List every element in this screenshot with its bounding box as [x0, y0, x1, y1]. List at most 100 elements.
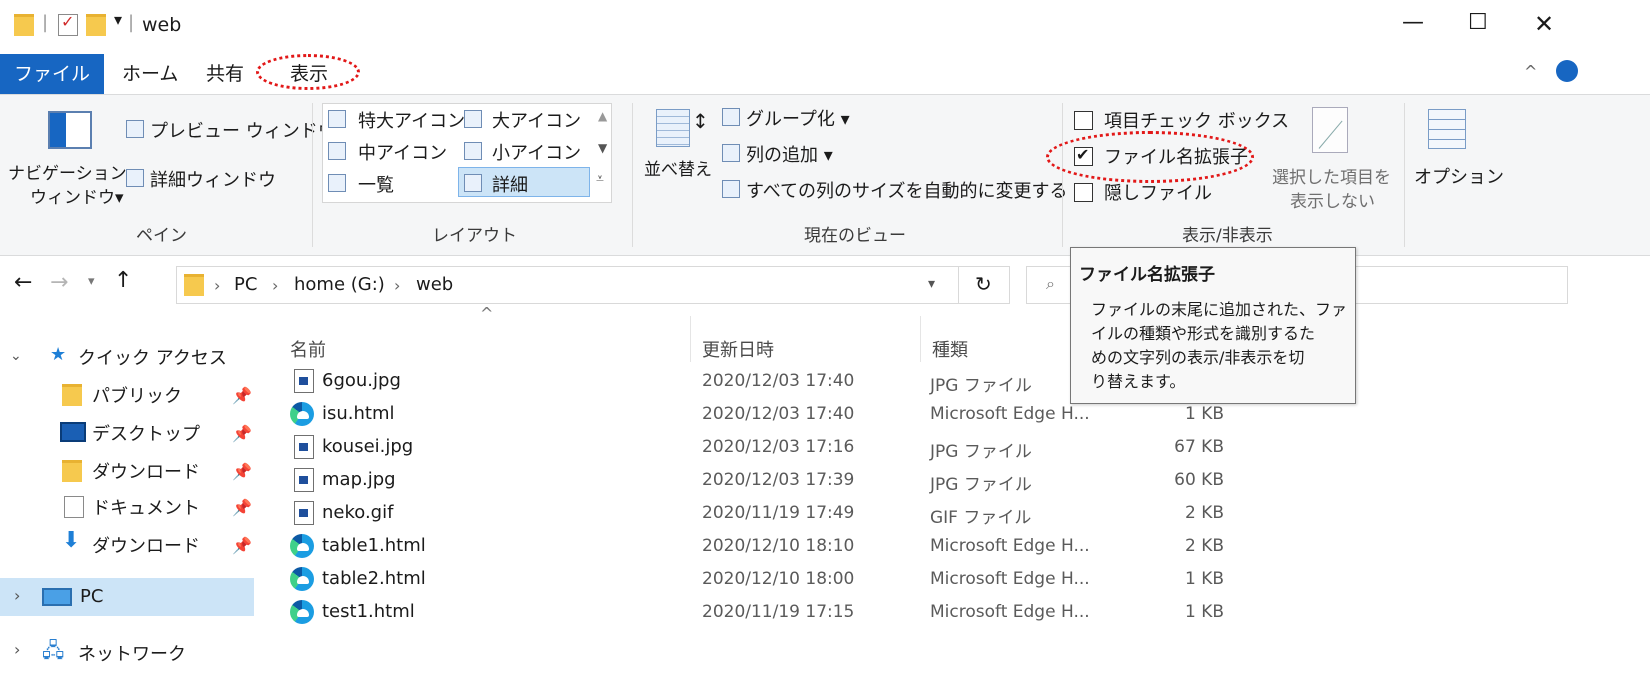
file-size: 1 KB — [1184, 569, 1224, 589]
table-row[interactable]: table1.html 2020/12/10 18:10 Microsoft E… — [282, 531, 1242, 561]
breadcrumb-pc[interactable]: PC — [234, 274, 257, 295]
tab-home[interactable]: ホーム — [114, 54, 186, 94]
nav-quick-access[interactable]: クイック アクセス — [78, 344, 227, 370]
nav-item-public[interactable]: パブリック — [92, 382, 182, 408]
preview-pane-button[interactable]: プレビュー ウィンドウ — [150, 117, 336, 143]
item-checkbox-toggle[interactable] — [1074, 111, 1093, 130]
layout-small-icons[interactable]: 小アイコン — [492, 139, 581, 165]
window-title: web — [142, 14, 182, 36]
table-row[interactable]: neko.gif 2020/11/19 17:49 GIF ファイル 2 KB — [282, 498, 1242, 528]
separator: | — [128, 12, 135, 33]
hidden-files-label[interactable]: 隠しファイル — [1104, 179, 1212, 205]
gallery-scroll-up-icon[interactable]: ▲ — [598, 109, 607, 123]
nav-item-desktop[interactable]: デスクトップ — [92, 420, 200, 446]
edge-icon — [290, 600, 314, 624]
nav-item-pc-selected[interactable] — [0, 578, 254, 616]
collapse-ribbon-icon[interactable]: ^ — [1524, 62, 1537, 81]
image-file-icon — [294, 369, 314, 393]
navigation-pane-label[interactable]: ナビゲーション — [8, 159, 127, 184]
maximize-button[interactable]: ☐ — [1468, 10, 1488, 35]
folder-icon — [14, 14, 34, 36]
sort-by-button[interactable]: 並べ替え — [644, 155, 712, 180]
layout-extra-large-icons[interactable]: 特大アイコン — [358, 107, 465, 133]
tab-share[interactable]: 共有 — [198, 54, 252, 94]
back-icon[interactable]: ← — [14, 270, 32, 295]
recent-locations-icon[interactable]: ▾ — [88, 274, 95, 289]
nav-item-documents[interactable]: ドキュメント — [92, 494, 200, 520]
separator: | — [42, 12, 49, 33]
options-button[interactable]: オプション — [1414, 163, 1504, 189]
nav-item-network[interactable]: ネットワーク — [78, 640, 186, 666]
network-icon: 🖧 — [42, 638, 65, 662]
annotation-circle — [256, 54, 360, 90]
tab-file[interactable]: ファイル — [0, 54, 104, 94]
customize-qat-icon[interactable]: ▾ — [114, 10, 122, 29]
divider — [1404, 103, 1405, 247]
new-folder-icon[interactable] — [86, 14, 106, 36]
hide-selected-button[interactable]: 選択した項目を — [1272, 163, 1391, 188]
item-checkbox-label[interactable]: 項目チェック ボックス — [1104, 107, 1289, 133]
table-row[interactable]: test1.html 2020/11/19 17:15 Microsoft Ed… — [282, 597, 1242, 627]
gallery-expand-icon[interactable]: ⩡ — [596, 171, 604, 187]
layout-medium-icons[interactable]: 中アイコン — [358, 139, 447, 165]
nav-item-pc[interactable]: PC — [80, 586, 103, 607]
pin-icon[interactable]: 📌 — [232, 536, 252, 555]
expand-network-icon[interactable]: › — [14, 640, 20, 659]
group-label-current-view: 現在のビュー — [804, 226, 906, 246]
extra-large-icons-icon — [328, 110, 346, 128]
breadcrumb-drive[interactable]: home (G:) — [294, 274, 385, 295]
details-pane-button[interactable]: 詳細ウィンドウ — [150, 166, 276, 192]
pin-icon[interactable]: 📌 — [232, 498, 252, 517]
hidden-files-checkbox[interactable] — [1074, 183, 1093, 202]
layout-list[interactable]: 一覧 — [358, 171, 394, 197]
layout-large-icons[interactable]: 大アイコン — [492, 107, 581, 133]
expand-pc-icon[interactable]: › — [14, 586, 20, 605]
expand-quick-access-icon[interactable]: ⌄ — [10, 348, 22, 364]
file-type: JPG ファイル — [930, 475, 1032, 495]
hide-selected-button-2[interactable]: 表示しない — [1290, 187, 1375, 212]
column-header-type[interactable]: 種類 — [932, 336, 968, 362]
column-header-date[interactable]: 更新日時 — [702, 336, 774, 362]
file-size: 1 KB — [1184, 602, 1224, 622]
close-button[interactable]: ✕ — [1534, 10, 1554, 38]
table-row[interactable]: kousei.jpg 2020/12/03 17:16 JPG ファイル 67 … — [282, 432, 1242, 462]
address-dropdown-icon[interactable]: ▾ — [928, 276, 935, 292]
table-row[interactable]: map.jpg 2020/12/03 17:39 JPG ファイル 60 KB — [282, 465, 1242, 495]
pin-icon[interactable]: 📌 — [232, 424, 252, 443]
pc-icon — [42, 588, 72, 606]
desktop-icon — [60, 422, 86, 442]
file-type: Microsoft Edge H... — [930, 404, 1090, 424]
column-divider[interactable] — [690, 316, 691, 362]
breadcrumb-web[interactable]: web — [416, 274, 453, 295]
help-icon[interactable] — [1556, 60, 1578, 82]
title-bar: | ✓ ▾ | web — ☐ ✕ — [0, 0, 1650, 54]
refresh-button[interactable]: ↻ — [958, 266, 1010, 304]
file-name: neko.gif — [322, 502, 394, 523]
sort-by-icon[interactable] — [656, 109, 690, 147]
nav-item-downloads-2[interactable]: ダウンロード — [92, 532, 200, 558]
table-row[interactable]: table2.html 2020/12/10 18:00 Microsoft E… — [282, 564, 1242, 594]
forward-icon[interactable]: → — [50, 270, 68, 295]
properties-icon[interactable]: ✓ — [58, 12, 78, 36]
file-date: 2020/12/03 17:39 — [702, 470, 855, 490]
navigation-pane: ⌄ ★ クイック アクセス パブリック 📌 デスクトップ 📌 ダウンロード 📌 … — [0, 314, 262, 689]
tooltip-line: めの文字列の表示/非表示を切 — [1091, 348, 1305, 367]
pin-icon[interactable]: 📌 — [232, 386, 252, 405]
ribbon-tabs: ファイル ホーム 共有 表示 ^ — [0, 54, 1650, 94]
autosize-columns-button[interactable]: すべての列のサイズを自動的に変更する — [746, 177, 1067, 203]
navigation-pane-icon[interactable] — [48, 111, 92, 149]
column-header-name[interactable]: 名前 — [290, 336, 326, 362]
navigation-pane-label-2[interactable]: ウィンドウ▾ — [30, 183, 124, 208]
group-by-button[interactable]: グループ化 ▾ — [746, 105, 850, 131]
options-icon[interactable] — [1428, 109, 1466, 149]
gallery-scroll-down-icon[interactable]: ▼ — [598, 141, 607, 155]
column-divider[interactable] — [920, 316, 921, 362]
tooltip-title: ファイル名拡張子 — [1079, 265, 1215, 285]
up-icon[interactable]: ↑ — [114, 268, 132, 293]
minimize-button[interactable]: — — [1402, 10, 1424, 35]
add-column-button[interactable]: 列の追加 ▾ — [746, 141, 833, 167]
pin-icon[interactable]: 📌 — [232, 462, 252, 481]
nav-item-downloads[interactable]: ダウンロード — [92, 458, 200, 484]
layout-details[interactable]: 詳細 — [492, 171, 528, 197]
edge-icon — [290, 534, 314, 558]
